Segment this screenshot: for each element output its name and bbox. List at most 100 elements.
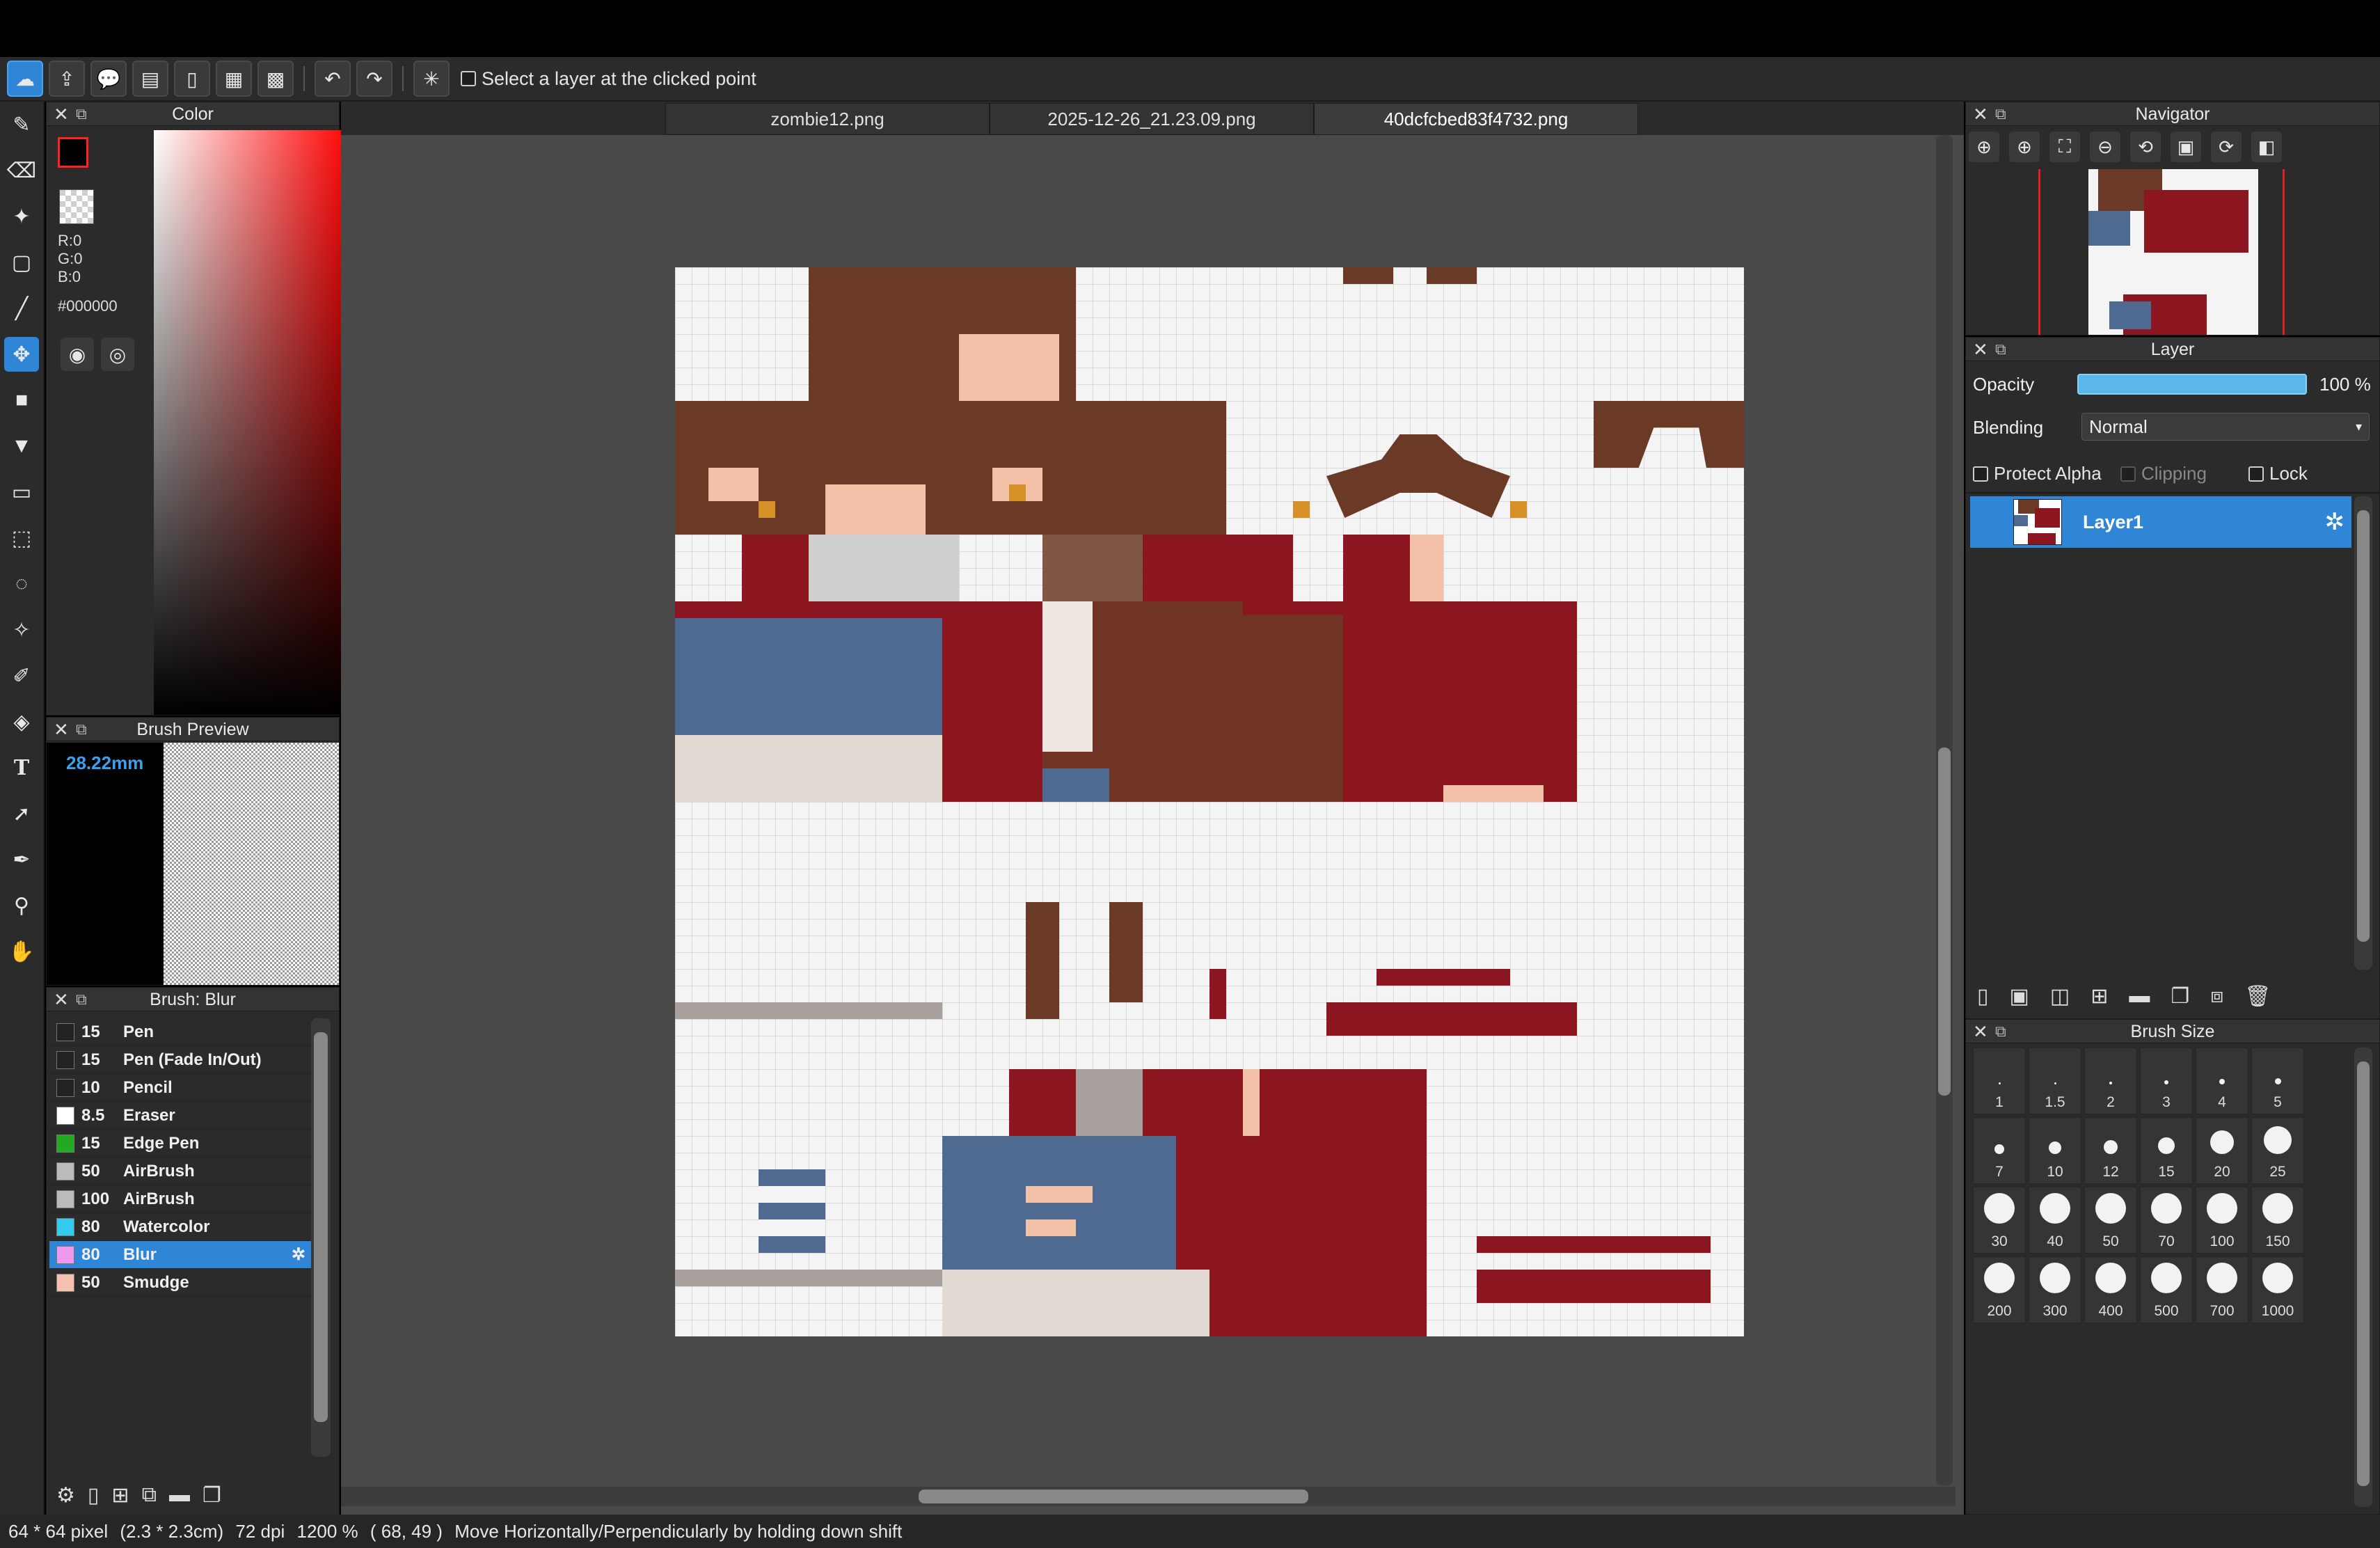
brush-size-option[interactable]: 10: [2029, 1117, 2081, 1184]
canvas-horizontal-scrollbar[interactable]: [341, 1487, 1955, 1506]
brush-size-option[interactable]: 200: [1973, 1256, 2026, 1323]
brush-size-option[interactable]: 12: [2084, 1117, 2137, 1184]
chat-icon[interactable]: ▤: [132, 61, 168, 97]
eraser-tool-icon[interactable]: ⌫: [4, 153, 39, 188]
reset-view-icon[interactable]: ▣: [2171, 132, 2201, 162]
brush-list-scrollbar[interactable]: [311, 1018, 331, 1457]
fit-screen-icon[interactable]: ⛶: [2049, 132, 2080, 162]
close-icon[interactable]: ✕: [54, 718, 69, 741]
flip-icon[interactable]: ◧: [2251, 132, 2282, 162]
eyedropper-tool-icon[interactable]: ⚲: [4, 888, 39, 923]
brush-size-option[interactable]: 15: [2140, 1117, 2193, 1184]
grid-list-icon[interactable]: ▦: [216, 61, 252, 97]
add-brush-menu-icon[interactable]: ⊞: [111, 1483, 129, 1508]
fill-rect-tool-icon[interactable]: ■: [4, 383, 39, 418]
brush-size-option[interactable]: 40: [2029, 1187, 2081, 1254]
skin-texture-canvas[interactable]: [675, 267, 1744, 1336]
brush-size-option[interactable]: 25: [2251, 1117, 2304, 1184]
new-layer-1bit-icon[interactable]: ◫: [2050, 984, 2070, 1009]
operation-tool-icon[interactable]: ➚: [4, 796, 39, 831]
brush-size-option[interactable]: 3: [2140, 1048, 2193, 1114]
folder-icon[interactable]: ▬: [2129, 984, 2150, 1008]
brush-size-option[interactable]: 400: [2084, 1256, 2137, 1323]
brush-item[interactable]: 8.5 Eraser: [49, 1102, 311, 1130]
clipping-checkbox[interactable]: [2120, 466, 2136, 482]
brush-size-option[interactable]: 1000: [2251, 1256, 2304, 1323]
tab-zombie12[interactable]: zombie12.png: [665, 103, 990, 135]
zoom-in-plus-icon[interactable]: ⊕: [2009, 132, 2040, 162]
brush-item[interactable]: 10 Pencil: [49, 1074, 311, 1102]
brush-item[interactable]: 15 Pen: [49, 1018, 311, 1046]
add-layer-menu-icon[interactable]: ⊞: [2091, 984, 2108, 1009]
brush-settings-icon[interactable]: ⚙: [56, 1483, 75, 1508]
close-icon[interactable]: ✕: [54, 988, 69, 1011]
text-tool-icon[interactable]: T: [4, 750, 39, 785]
rectangle-tool-icon[interactable]: ▢: [4, 245, 39, 280]
detach-icon[interactable]: ⧉: [76, 988, 87, 1011]
zoom-in-icon[interactable]: ⊕: [1969, 132, 1999, 162]
layer-row[interactable]: Layer1 ✲: [1970, 496, 2351, 548]
magic-wand-tool-icon[interactable]: ✧: [4, 613, 39, 647]
scrollbar-thumb[interactable]: [919, 1490, 1308, 1503]
brush-size-option[interactable]: 4: [2196, 1048, 2248, 1114]
close-icon[interactable]: ✕: [54, 102, 69, 126]
brush-size-option[interactable]: 1: [1973, 1048, 2026, 1114]
brush-item[interactable]: 15 Pen (Fade In/Out): [49, 1046, 311, 1074]
layer-list-scrollbar[interactable]: [2354, 496, 2372, 970]
detach-icon[interactable]: ⧉: [1995, 338, 2006, 361]
brush-size-option[interactable]: 5: [2251, 1048, 2304, 1114]
brush-item[interactable]: 100 AirBrush: [49, 1185, 311, 1213]
select-layer-option[interactable]: Select a layer at the clicked point: [461, 68, 756, 90]
brush-size-option[interactable]: 30: [1973, 1187, 2026, 1254]
gradient-tool-icon[interactable]: ▭: [4, 475, 39, 510]
redo-icon[interactable]: ↷: [356, 61, 392, 97]
brush-size-option[interactable]: 7: [1973, 1117, 2026, 1184]
line-tool-icon[interactable]: ╱: [4, 291, 39, 326]
brush-size-option[interactable]: 2: [2084, 1048, 2137, 1114]
select-pen-tool-icon[interactable]: ✐: [4, 658, 39, 693]
comment-icon[interactable]: 💬: [90, 61, 127, 97]
scrollbar-thumb[interactable]: [2357, 510, 2370, 942]
new-brush-icon[interactable]: ▯: [88, 1483, 100, 1508]
lock-option[interactable]: Lock: [2248, 463, 2308, 484]
detach-icon[interactable]: ⧉: [76, 718, 87, 741]
brush-size-option[interactable]: 100: [2196, 1187, 2248, 1254]
clipping-option[interactable]: Clipping: [2120, 463, 2207, 484]
select-eraser-tool-icon[interactable]: ◈: [4, 704, 39, 739]
undo-icon[interactable]: ↶: [315, 61, 351, 97]
brush-item[interactable]: 80 Blur ✲: [49, 1241, 311, 1269]
delete-layer-icon[interactable]: 🗑: [2244, 984, 2271, 1009]
folder-icon[interactable]: ▬: [169, 1483, 190, 1507]
brush-size-option[interactable]: 50: [2084, 1187, 2137, 1254]
brush-size-scrollbar[interactable]: [2354, 1048, 2372, 1507]
background-color-swatch[interactable]: [59, 189, 94, 224]
duplicate-layer-icon[interactable]: ❐: [2171, 984, 2189, 1009]
scrollbar-thumb[interactable]: [2357, 1061, 2370, 1486]
divide-tool-icon[interactable]: ✒: [4, 842, 39, 877]
tab-40dcfcbed83f4732[interactable]: 40dcfcbed83f4732.png: [1314, 103, 1638, 135]
brush-item[interactable]: 80 Watercolor: [49, 1213, 311, 1241]
blending-select[interactable]: Normal ▾: [2081, 413, 2370, 441]
new-layer-icon[interactable]: ▯: [1977, 984, 1989, 1009]
hand-tool-icon[interactable]: ✋: [4, 934, 39, 969]
brush-size-option[interactable]: 500: [2140, 1256, 2193, 1323]
protect-alpha-checkbox[interactable]: [1973, 466, 1988, 482]
cloud-icon[interactable]: ☁: [7, 61, 43, 97]
lock-checkbox[interactable]: [2248, 466, 2264, 482]
brush-size-option[interactable]: 700: [2196, 1256, 2248, 1323]
grid-edit-icon[interactable]: ▩: [257, 61, 294, 97]
brush-size-option[interactable]: 1.5: [2029, 1048, 2081, 1114]
scrollbar-thumb[interactable]: [314, 1032, 328, 1422]
close-icon[interactable]: ✕: [1973, 1020, 1988, 1043]
detach-icon[interactable]: ⧉: [1995, 1020, 2006, 1043]
brush-size-option[interactable]: 70: [2140, 1187, 2193, 1254]
brush-settings-icon[interactable]: ✲: [292, 1245, 306, 1265]
brush-size-option[interactable]: 20: [2196, 1117, 2248, 1184]
lasso-tool-icon[interactable]: ◌: [4, 567, 39, 601]
close-icon[interactable]: ✕: [1973, 338, 1988, 361]
bucket-tool-icon[interactable]: ▼: [4, 429, 39, 464]
zoom-out-icon[interactable]: ⊖: [2090, 132, 2120, 162]
brush-tool-icon[interactable]: ✎: [4, 107, 39, 142]
brush-item[interactable]: 50 AirBrush: [49, 1158, 311, 1185]
dot-eraser-tool-icon[interactable]: ✦: [4, 199, 39, 234]
